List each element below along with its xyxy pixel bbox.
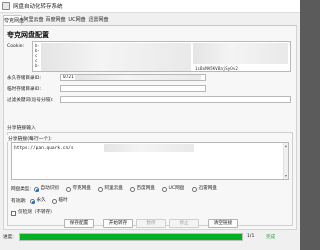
tab-baidu[interactable]: 百度网盘 bbox=[45, 15, 66, 25]
tab-aliyun[interactable]: 阿里云盘 bbox=[23, 15, 44, 25]
tab-xunlei[interactable]: 迅雷网盘 bbox=[88, 15, 109, 25]
cookie-label: Cookie: bbox=[7, 44, 25, 49]
pause-button[interactable]: 暂停 bbox=[136, 219, 166, 228]
scroll-up-arrow-icon[interactable]: ▲ bbox=[285, 144, 287, 148]
app-window: 网盘自动化转存系统 夸克网盘 阿里云盘 百度网盘 UC网盘 迅雷网盘 夸克网盘配… bbox=[0, 0, 300, 250]
save-config-button[interactable]: 保存配置 bbox=[64, 219, 94, 228]
radio-label: 百度网盘 bbox=[136, 186, 155, 191]
permanent-dir-value: 0721 bbox=[63, 75, 74, 80]
clear-links-button[interactable]: 清空链接 bbox=[208, 219, 238, 228]
scroll-down-arrow-icon[interactable]: ▼ bbox=[285, 174, 287, 178]
redacted-cookie-blur bbox=[193, 43, 288, 64]
app-icon bbox=[2, 2, 10, 10]
radio-label: UC网盘 bbox=[168, 186, 185, 191]
progress-count: 1/1 bbox=[247, 234, 255, 239]
radio-label: 夸克网盘 bbox=[72, 186, 91, 191]
status-state: 完成 bbox=[266, 235, 276, 240]
radio-label: 临时 bbox=[58, 198, 68, 203]
filter-keywords-label: 过滤关键词(逗号分隔): bbox=[7, 98, 54, 103]
radio-circle-icon bbox=[162, 186, 167, 192]
action-button-bar: 保存配置 开始转存 暂停 停止 清空链接 bbox=[4, 219, 298, 228]
section-heading: 夸克网盘配置 bbox=[7, 31, 49, 39]
redacted-link-blur bbox=[104, 144, 194, 152]
radio-circle-icon bbox=[192, 186, 197, 192]
tab-uc[interactable]: UC网盘 bbox=[67, 15, 87, 25]
tab-quark[interactable]: 夸克网盘 bbox=[3, 15, 24, 25]
status-bar: 进度: 1/1 完成 bbox=[0, 231, 300, 250]
redacted-cookie-blur bbox=[41, 43, 191, 71]
radio-label: 阿里云盘 bbox=[104, 186, 123, 191]
cookie-line: b- bbox=[35, 63, 40, 68]
share-scrollbar[interactable]: ▲ ▼ bbox=[283, 143, 288, 179]
radio-selected-icon bbox=[30, 198, 35, 204]
permanent-dir-input[interactable]: 0721 bbox=[60, 74, 206, 81]
radio-selected-icon bbox=[34, 186, 39, 192]
permanent-dir-label: 永久存储目录ID: bbox=[7, 76, 42, 81]
stop-button[interactable]: 停止 bbox=[169, 219, 199, 228]
radio-circle-icon bbox=[66, 186, 71, 192]
temp-dir-input[interactable] bbox=[60, 85, 206, 92]
redacted-dir-blur bbox=[75, 75, 201, 80]
share-links-label: 分享链接(每行一个): bbox=[7, 135, 53, 142]
radio-label: 自动识别 bbox=[40, 186, 59, 191]
progress-fill bbox=[20, 234, 242, 240]
radio-label: 迅雷网盘 bbox=[198, 186, 217, 191]
start-transfer-button[interactable]: 开始转存 bbox=[103, 219, 133, 228]
progress-label: 进度: bbox=[3, 235, 14, 240]
radio-label: 永久 bbox=[36, 198, 46, 203]
checkbox-icon bbox=[11, 210, 16, 216]
radio-circle-icon bbox=[130, 186, 135, 192]
validity-label: 有效期: bbox=[11, 199, 27, 204]
check-only-label: 仅检测（不转存） bbox=[18, 210, 55, 215]
share-section-title: 分享链接输入 bbox=[7, 126, 36, 131]
cookie-tail-text: 1cBxMA5KV8ajSyOv2 bbox=[195, 66, 238, 71]
radio-circle-icon bbox=[98, 186, 103, 192]
share-link-text: https://pan.quark.cn/s bbox=[14, 146, 74, 151]
quark-config-panel: 夸克网盘配置 Cookie: b- b- c c b- 1cBxMA5KV8aj… bbox=[3, 26, 297, 230]
progress-bar bbox=[19, 233, 243, 241]
share-links-textarea[interactable]: https://pan.quark.cn/s ▲ ▼ bbox=[11, 142, 289, 180]
radio-circle-icon bbox=[52, 198, 57, 204]
title-bar: 网盘自动化转存系统 bbox=[0, 0, 300, 13]
temp-dir-label: 临时存储目录ID: bbox=[7, 87, 42, 92]
disk-type-label: 网盘类型: bbox=[11, 187, 31, 192]
filter-keywords-input[interactable] bbox=[60, 96, 291, 103]
cookie-textarea[interactable]: b- b- c c b- 1cBxMA5KV8ajSyOv2 bbox=[32, 41, 291, 72]
window-title: 网盘自动化转存系统 bbox=[13, 4, 63, 10]
